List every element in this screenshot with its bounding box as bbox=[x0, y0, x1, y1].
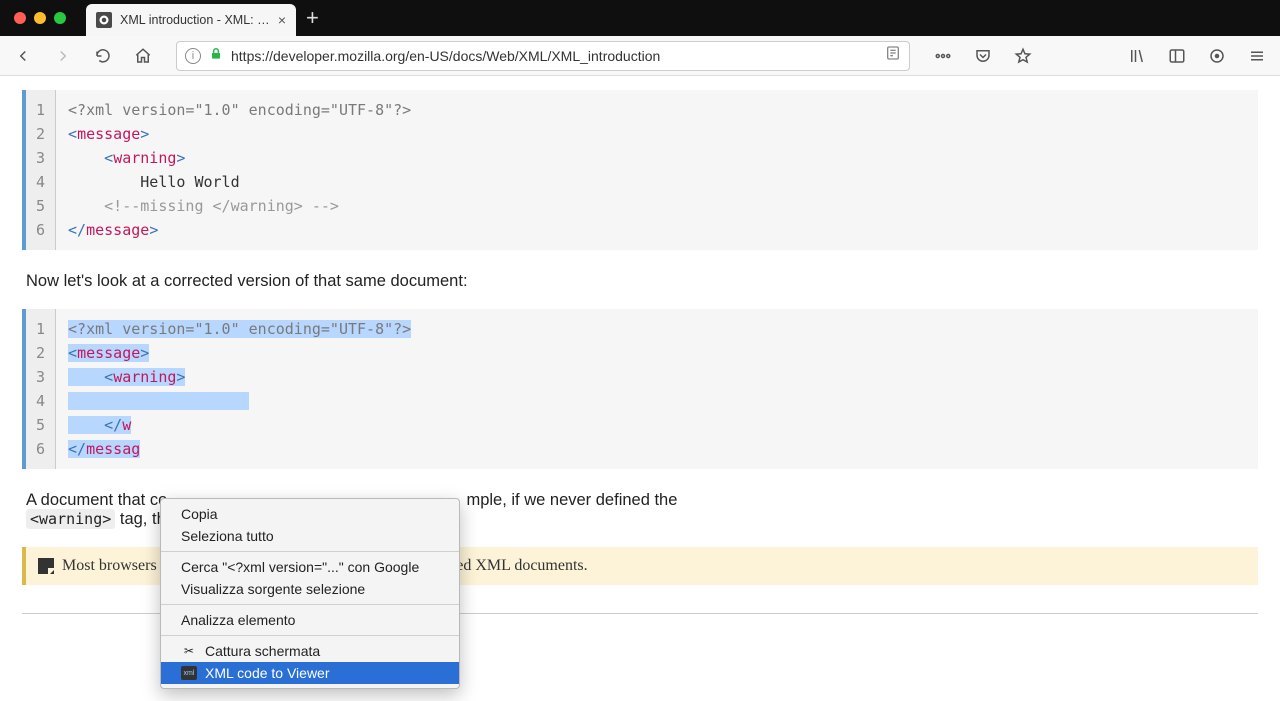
line-number: 1 bbox=[26, 317, 55, 341]
ctx-label: XML code to Viewer bbox=[205, 665, 330, 681]
code-block-valid-xml: 1 2 3 4 5 6 <?xml version="1.0" encoding… bbox=[22, 309, 1258, 469]
code-token: w bbox=[122, 416, 131, 434]
sidebar-button[interactable] bbox=[1164, 43, 1190, 69]
tab-favicon bbox=[96, 12, 112, 28]
ctx-search-google[interactable]: Cerca "<?xml version="..." con Google bbox=[161, 556, 459, 578]
ctx-label: Seleziona tutto bbox=[181, 528, 274, 544]
url-input[interactable] bbox=[231, 48, 877, 64]
note-icon bbox=[38, 558, 54, 574]
ctx-label: Analizza elemento bbox=[181, 612, 295, 628]
line-gutter: 1 2 3 4 5 6 bbox=[26, 309, 56, 469]
back-button[interactable] bbox=[10, 43, 36, 69]
browser-toolbar: i bbox=[0, 36, 1280, 76]
code-content-selected[interactable]: <?xml version="1.0" encoding="UTF-8"?> <… bbox=[56, 309, 423, 469]
scissors-icon: ✂ bbox=[181, 643, 197, 659]
bookmark-star-button[interactable] bbox=[1010, 43, 1036, 69]
code-token: > bbox=[149, 221, 158, 239]
code-token: <?xml version="1.0" encoding="UTF-8"?> bbox=[68, 101, 411, 119]
line-number: 2 bbox=[26, 341, 55, 365]
ctx-label: Cerca "<?xml version="..." con Google bbox=[181, 559, 419, 575]
line-number: 2 bbox=[26, 122, 55, 146]
ctx-copy[interactable]: Copia bbox=[161, 503, 459, 525]
code-token: </ bbox=[68, 440, 86, 458]
page-actions-button[interactable] bbox=[930, 43, 956, 69]
ctx-screenshot[interactable]: ✂ Cattura schermata bbox=[161, 640, 459, 662]
ctx-label: Cattura schermata bbox=[205, 643, 320, 659]
line-number: 3 bbox=[26, 365, 55, 389]
window-zoom-button[interactable] bbox=[54, 12, 66, 24]
browser-tab[interactable]: XML introduction - XML: Extens × bbox=[86, 4, 296, 36]
code-token: </ bbox=[68, 416, 122, 434]
library-button[interactable] bbox=[1124, 43, 1150, 69]
line-number: 4 bbox=[26, 170, 55, 194]
code-token: <?xml version="1.0" encoding="UTF-8"?> bbox=[68, 320, 411, 338]
code-token: Hello World bbox=[68, 173, 240, 191]
code-content[interactable]: <?xml version="1.0" encoding="UTF-8"?> <… bbox=[56, 90, 423, 250]
xml-extension-icon: xml bbox=[181, 666, 197, 680]
code-token: < bbox=[68, 125, 77, 143]
text-fragment: tag, th bbox=[120, 510, 166, 528]
reload-button[interactable] bbox=[90, 43, 116, 69]
line-number: 1 bbox=[26, 98, 55, 122]
reader-mode-icon[interactable] bbox=[885, 45, 901, 66]
context-menu: Copia Seleziona tutto Cerca "<?xml versi… bbox=[160, 498, 460, 689]
code-token: messag bbox=[86, 440, 140, 458]
text-fragment: A document that co bbox=[26, 491, 167, 509]
code-block-invalid-xml: 1 2 3 4 5 6 <?xml version="1.0" encoding… bbox=[22, 90, 1258, 250]
code-token: > bbox=[140, 125, 149, 143]
site-info-icon[interactable]: i bbox=[185, 48, 201, 64]
window-minimize-button[interactable] bbox=[34, 12, 46, 24]
url-bar[interactable]: i bbox=[176, 41, 910, 71]
window-titlebar: XML introduction - XML: Extens × + bbox=[0, 0, 1280, 36]
code-token: </ bbox=[68, 221, 86, 239]
pocket-button[interactable] bbox=[970, 43, 996, 69]
tab-close-button[interactable]: × bbox=[278, 12, 286, 28]
lock-icon bbox=[209, 47, 223, 64]
line-number: 6 bbox=[26, 437, 55, 461]
code-token: message bbox=[77, 344, 140, 362]
code-token: <!--missing </warning> --> bbox=[68, 197, 339, 215]
ctx-inspect-element[interactable]: Analizza elemento bbox=[161, 609, 459, 631]
code-token: < bbox=[68, 344, 77, 362]
page-content: 1 2 3 4 5 6 <?xml version="1.0" encoding… bbox=[0, 76, 1280, 628]
ctx-select-all[interactable]: Seleziona tutto bbox=[161, 525, 459, 547]
app-menu-button[interactable] bbox=[1244, 43, 1270, 69]
code-token: message bbox=[77, 125, 140, 143]
code-token: warning bbox=[113, 149, 176, 167]
code-token bbox=[68, 392, 140, 410]
inline-code: <warning> bbox=[26, 509, 115, 529]
tab-title: XML introduction - XML: Extens bbox=[120, 13, 270, 27]
new-tab-button[interactable]: + bbox=[296, 1, 329, 35]
text-fragment: mple, if we never defined the bbox=[466, 491, 677, 509]
window-close-button[interactable] bbox=[14, 12, 26, 24]
window-controls bbox=[0, 0, 80, 36]
line-number: 3 bbox=[26, 146, 55, 170]
line-number: 6 bbox=[26, 218, 55, 242]
code-token: < bbox=[68, 368, 113, 386]
code-token: < bbox=[68, 149, 113, 167]
code-token: message bbox=[86, 221, 149, 239]
ctx-label: Copia bbox=[181, 506, 218, 522]
ctx-view-source[interactable]: Visualizza sorgente selezione bbox=[161, 578, 459, 600]
extension-button[interactable] bbox=[1204, 43, 1230, 69]
forward-button[interactable] bbox=[50, 43, 76, 69]
line-number: 4 bbox=[26, 389, 55, 413]
code-token: warning bbox=[113, 368, 176, 386]
paragraph: Now let's look at a corrected version of… bbox=[26, 272, 1254, 291]
line-number: 5 bbox=[26, 194, 55, 218]
code-token: > bbox=[176, 368, 185, 386]
ctx-label: Visualizza sorgente selezione bbox=[181, 581, 365, 597]
line-number: 5 bbox=[26, 413, 55, 437]
line-gutter: 1 2 3 4 5 6 bbox=[26, 90, 56, 250]
code-token: > bbox=[176, 149, 185, 167]
ctx-xml-viewer[interactable]: xml XML code to Viewer bbox=[161, 662, 459, 684]
toolbar-right bbox=[1124, 43, 1270, 69]
home-button[interactable] bbox=[130, 43, 156, 69]
code-token: > bbox=[140, 344, 149, 362]
